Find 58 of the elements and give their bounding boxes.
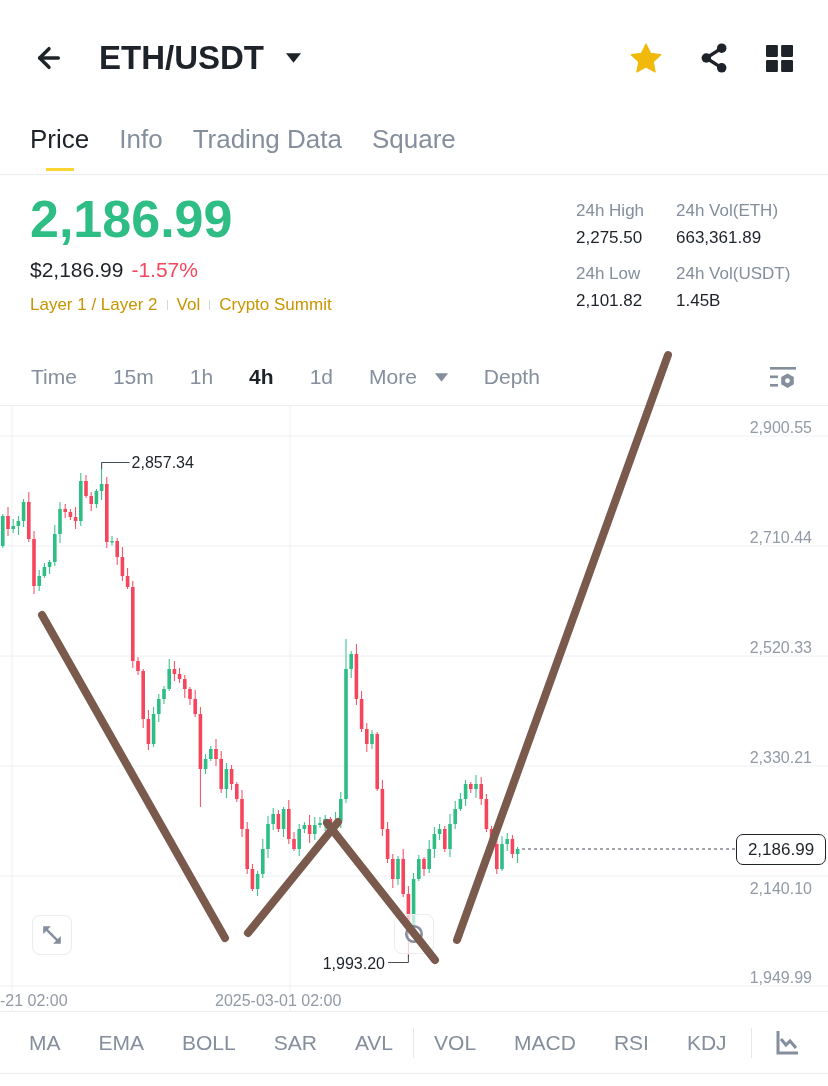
- high-price-label: 2,857.34: [131, 454, 194, 471]
- interval-tab[interactable]: 1h: [189, 363, 214, 391]
- last-price-tag: 2,186.99: [736, 834, 826, 865]
- share-icon[interactable]: [700, 43, 728, 73]
- expand-button[interactable]: [32, 915, 72, 955]
- interval-tab[interactable]: 15m: [112, 363, 154, 391]
- interval-tab[interactable]: 4h: [249, 363, 274, 391]
- indicator-tab[interactable]: BOLL: [182, 1028, 236, 1057]
- indicator-tab[interactable]: MACD: [514, 1028, 576, 1057]
- high-price-leader: [101, 462, 131, 470]
- slashed-circle-icon: [403, 923, 425, 945]
- indicator-tab[interactable]: AVL: [354, 1028, 394, 1057]
- interval-tab[interactable]: 1d: [309, 363, 333, 391]
- indicator-tab[interactable]: EMA: [98, 1028, 144, 1057]
- indicator-tab[interactable]: KDJ: [686, 1028, 727, 1057]
- caret-icon: [434, 372, 448, 382]
- price-axis-label: 2,900.55: [749, 418, 812, 436]
- price-axis-label: 2,140.10: [749, 880, 812, 897]
- price-axis-label: 2,710.44: [749, 528, 812, 546]
- page-tab[interactable]: Price: [30, 124, 90, 174]
- stat-value: 1.45B: [676, 290, 721, 312]
- caret-icon: [286, 53, 301, 63]
- stat-value: 2,101.82: [576, 290, 643, 312]
- stat-label: 24h Vol(ETH): [676, 200, 779, 222]
- page-tab[interactable]: Info: [119, 124, 163, 174]
- usd-price: $2,186.99: [30, 257, 124, 283]
- stat-label: 24h Low: [576, 263, 641, 285]
- price-axis-label: 2,520.33: [749, 638, 812, 656]
- grid-icon[interactable]: [766, 44, 793, 72]
- page-tab[interactable]: Square: [371, 124, 456, 174]
- time-axis-label: 2025-03-01 02:00: [215, 992, 342, 1009]
- price-change: -1.57%: [131, 257, 198, 283]
- expand-icon: [41, 924, 63, 946]
- chart-line-icon[interactable]: [775, 1030, 798, 1055]
- indicator-tab[interactable]: RSI: [613, 1028, 649, 1057]
- stat-label: 24h High: [576, 200, 645, 222]
- price-axis-label: 2,330.21: [749, 748, 812, 766]
- category-tag[interactable]: Crypto Summit: [219, 293, 332, 317]
- indicator-tab[interactable]: VOL: [434, 1028, 477, 1057]
- price-axis-label: 1,949.99: [749, 968, 812, 986]
- interval-menu[interactable]: More: [369, 363, 417, 391]
- category-tag[interactable]: Vol: [176, 293, 201, 317]
- star-icon[interactable]: [630, 43, 662, 73]
- indicator-tab[interactable]: MA: [29, 1028, 61, 1057]
- chart-settings-icon[interactable]: [770, 366, 796, 388]
- stat-value: 2,275.50: [576, 227, 643, 249]
- interval-tab[interactable]: Depth: [483, 363, 540, 391]
- category-tag[interactable]: Layer 1 / Layer 2: [30, 293, 158, 317]
- indicator-tab[interactable]: SAR: [273, 1028, 317, 1057]
- page-tab[interactable]: Trading Data: [192, 124, 342, 174]
- interval-tab[interactable]: Time: [31, 363, 77, 391]
- time-axis-label: -21 02:00: [0, 992, 68, 1009]
- last-price: 2,186.99: [30, 189, 233, 249]
- stat-label: 24h Vol(USDT): [676, 263, 791, 285]
- low-price-label: 1,993.20: [322, 955, 385, 972]
- pair-title[interactable]: ETH/USDT: [99, 38, 264, 78]
- stat-value: 663,361.89: [676, 227, 762, 249]
- low-price-leader: [387, 954, 409, 963]
